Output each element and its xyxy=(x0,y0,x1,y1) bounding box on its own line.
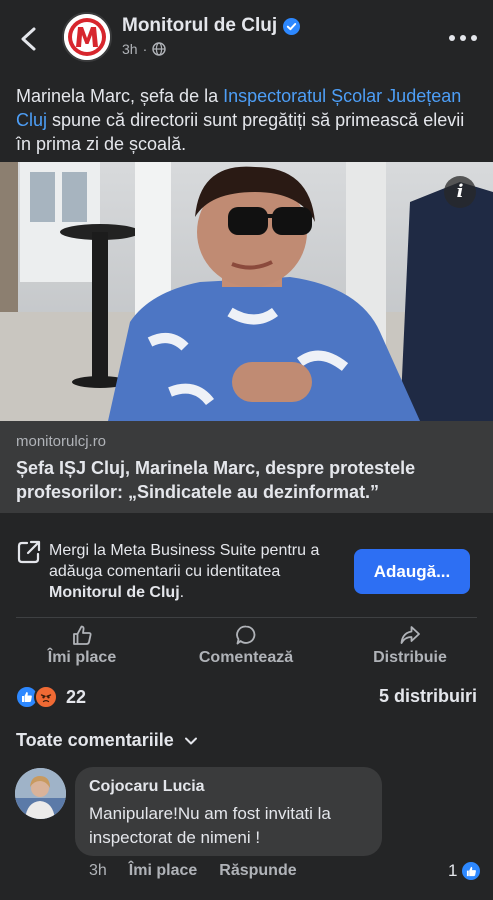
reaction-summary[interactable]: 22 xyxy=(15,684,86,710)
external-link-icon xyxy=(17,540,41,564)
back-arrow-icon[interactable] xyxy=(14,22,44,56)
comments-filter[interactable]: Toate comentariile xyxy=(16,730,198,751)
comment-avatar[interactable] xyxy=(15,768,66,819)
comment-like-button[interactable]: Îmi place xyxy=(129,862,197,880)
add-comment-button[interactable]: Adaugă... xyxy=(354,549,470,594)
link-title: Șefa IȘJ Cluj, Marinela Marc, despre pro… xyxy=(16,458,416,502)
chevron-down-icon xyxy=(184,737,197,744)
post-header: Monitorul de Cluj 3h · xyxy=(0,0,493,78)
comment-reaction-count: 1 xyxy=(448,861,458,880)
comments-filter-label: Toate comentariile xyxy=(16,730,174,750)
page-avatar[interactable] xyxy=(62,12,112,62)
post-photo xyxy=(0,162,493,421)
link-preview[interactable]: monitorulcj.ro Șefa IȘJ Cluj, Marinela M… xyxy=(0,421,493,513)
comment-bubble[interactable]: Cojocaru Lucia Manipulare!Nu am fost inv… xyxy=(75,767,382,856)
business-suite-text-end: . xyxy=(179,584,185,601)
comment-reply-button[interactable]: Răspunde xyxy=(219,862,296,880)
monitorul-logo-icon xyxy=(64,14,110,60)
globe-icon xyxy=(152,42,166,56)
post-actions: Îmi place Comentează Distribuie xyxy=(0,622,493,672)
share-count[interactable]: 5 distribuiri xyxy=(379,686,477,707)
like-label: Îmi place xyxy=(47,649,117,666)
comment-button[interactable]: Comentează xyxy=(176,622,316,672)
angry-reaction-icon xyxy=(34,685,58,709)
business-suite-banner: Mergi la Meta Business Suite pentru a ad… xyxy=(0,525,493,607)
more-options-icon[interactable] xyxy=(446,24,480,52)
comment-meta: 3h Îmi place Răspunde xyxy=(89,862,297,880)
comment-time: 3h xyxy=(89,862,107,879)
business-suite-identity: Monitorul de Cluj xyxy=(49,584,180,601)
post-meta: 3h · xyxy=(122,41,166,57)
comment-reactions[interactable]: 1 xyxy=(448,860,483,882)
like-button[interactable]: Îmi place xyxy=(12,622,152,672)
post-text-end: spune că directorii sunt pregătiți să pr… xyxy=(16,110,465,154)
share-button[interactable]: Distribuie xyxy=(340,622,480,672)
divider xyxy=(16,617,477,618)
page-name-text: Monitorul de Cluj xyxy=(122,15,278,36)
comment-like-reaction-icon xyxy=(460,860,483,882)
avatar-photo xyxy=(15,768,66,819)
post-image[interactable] xyxy=(0,162,493,421)
info-icon[interactable]: i xyxy=(444,176,476,208)
post-text-start: Marinela Marc, șefa de la xyxy=(16,86,224,106)
share-icon xyxy=(400,626,420,644)
link-domain: monitorulcj.ro xyxy=(16,433,107,450)
business-suite-text-start: Mergi la Meta Business Suite pentru a ad… xyxy=(49,542,320,580)
share-label: Distribuie xyxy=(373,649,447,666)
page-name[interactable]: Monitorul de Cluj xyxy=(122,15,301,37)
thumbs-up-icon xyxy=(73,625,92,645)
post-text: Marinela Marc, șefa de la Inspectoratul … xyxy=(16,84,481,156)
comment-author[interactable]: Cojocaru Lucia xyxy=(89,778,368,796)
comment-icon xyxy=(236,625,256,645)
meta-separator: · xyxy=(142,41,148,57)
comment-text: Manipulare!Nu am fost invitati la inspec… xyxy=(89,804,331,847)
business-suite-text: Mergi la Meta Business Suite pentru a ad… xyxy=(49,540,339,603)
verified-badge-icon xyxy=(283,17,301,35)
reaction-count: 22 xyxy=(66,686,87,707)
comment-label: Comentează xyxy=(198,649,294,666)
post-time[interactable]: 3h xyxy=(122,41,138,57)
